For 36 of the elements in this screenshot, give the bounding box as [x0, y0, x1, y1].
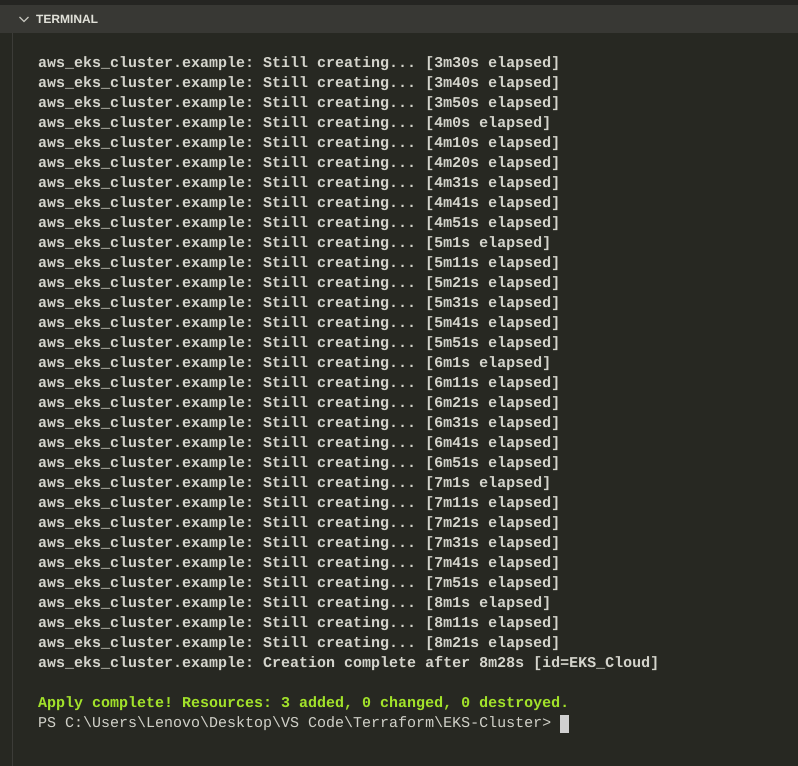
- terminal-line: aws_eks_cluster.example: Still creating... [5m1s elapsed]: [38, 234, 552, 254]
- terminal-line: aws_eks_cluster.example: Still creating... [8m1s elapsed]: [38, 594, 552, 614]
- terminal-line: aws_eks_cluster.example: Still creating... [5m31s elapsed]: [38, 294, 560, 314]
- terminal-line: aws_eks_cluster.example: Still creating... [7m21s elapsed]: [38, 514, 560, 534]
- terminal-line: aws_eks_cluster.example: Still creating... [8m11s elapsed]: [38, 614, 560, 634]
- terminal-line: aws_eks_cluster.example: Still creating... [5m21s elapsed]: [38, 274, 560, 294]
- terminal-line: aws_eks_cluster.example: Still creating... [7m31s elapsed]: [38, 534, 560, 554]
- terminal-line: aws_eks_cluster.example: Still creating... [8m21s elapsed]: [38, 634, 560, 654]
- terminal-line: aws_eks_cluster.example: Still creating... [7m51s elapsed]: [38, 574, 560, 594]
- terminal-line: aws_eks_cluster.example: Still creating... [4m51s elapsed]: [38, 214, 560, 234]
- terminal-line: aws_eks_cluster.example: Creation complete after 8m28s [id=EKS_Cloud]: [38, 654, 660, 674]
- success-message: Apply complete! Resources: 3 added, 0 changed, 0 destroyed.: [38, 694, 570, 714]
- terminal-line: aws_eks_cluster.example: Still creating... [7m1s elapsed]: [38, 474, 552, 494]
- panel-header[interactable]: TERMINAL: [0, 5, 798, 33]
- terminal-line: aws_eks_cluster.example: Still creating... [4m20s elapsed]: [38, 154, 560, 174]
- terminal-line: aws_eks_cluster.example: Still creating... [3m40s elapsed]: [38, 74, 560, 94]
- terminal-line: aws_eks_cluster.example: Still creating... [3m50s elapsed]: [38, 94, 560, 114]
- terminal-line: aws_eks_cluster.example: Still creating... [6m21s elapsed]: [38, 394, 560, 414]
- terminal-line: aws_eks_cluster.example: Still creating... [5m11s elapsed]: [38, 254, 560, 274]
- terminal-line: aws_eks_cluster.example: Still creating... [4m0s elapsed]: [38, 114, 552, 134]
- terminal-line: aws_eks_cluster.example: Still creating... [6m31s elapsed]: [38, 414, 560, 434]
- shell-prompt: PS C:\Users\Lenovo\Desktop\VS Code\Terraform\EKS-Cluster>: [38, 714, 552, 734]
- terminal-line: aws_eks_cluster.example: Still creating... [6m41s elapsed]: [38, 434, 560, 454]
- terminal-line: aws_eks_cluster.example: Still creating... [3m30s elapsed]: [38, 54, 560, 74]
- terminal-line: aws_eks_cluster.example: Still creating... [6m11s elapsed]: [38, 374, 560, 394]
- terminal-line: aws_eks_cluster.example: Still creating... [6m1s elapsed]: [38, 354, 552, 374]
- terminal-line: aws_eks_cluster.example: Still creating... [4m41s elapsed]: [38, 194, 560, 214]
- cursor-icon: [560, 715, 570, 733]
- terminal-line: aws_eks_cluster.example: Still creating... [6m51s elapsed]: [38, 454, 560, 474]
- terminal-line: aws_eks_cluster.example: Still creating... [4m10s elapsed]: [38, 134, 560, 154]
- terminal-line: aws_eks_cluster.example: Still creating... [7m11s elapsed]: [38, 494, 560, 514]
- panel-title: TERMINAL: [36, 11, 98, 28]
- terminal-line: aws_eks_cluster.example: Still creating... [7m41s elapsed]: [38, 554, 560, 574]
- terminal-line: aws_eks_cluster.example: Still creating... [5m51s elapsed]: [38, 334, 560, 354]
- terminal-line: aws_eks_cluster.example: Still creating... [5m41s elapsed]: [38, 314, 560, 334]
- terminal-line: aws_eks_cluster.example: Still creating... [4m31s elapsed]: [38, 174, 560, 194]
